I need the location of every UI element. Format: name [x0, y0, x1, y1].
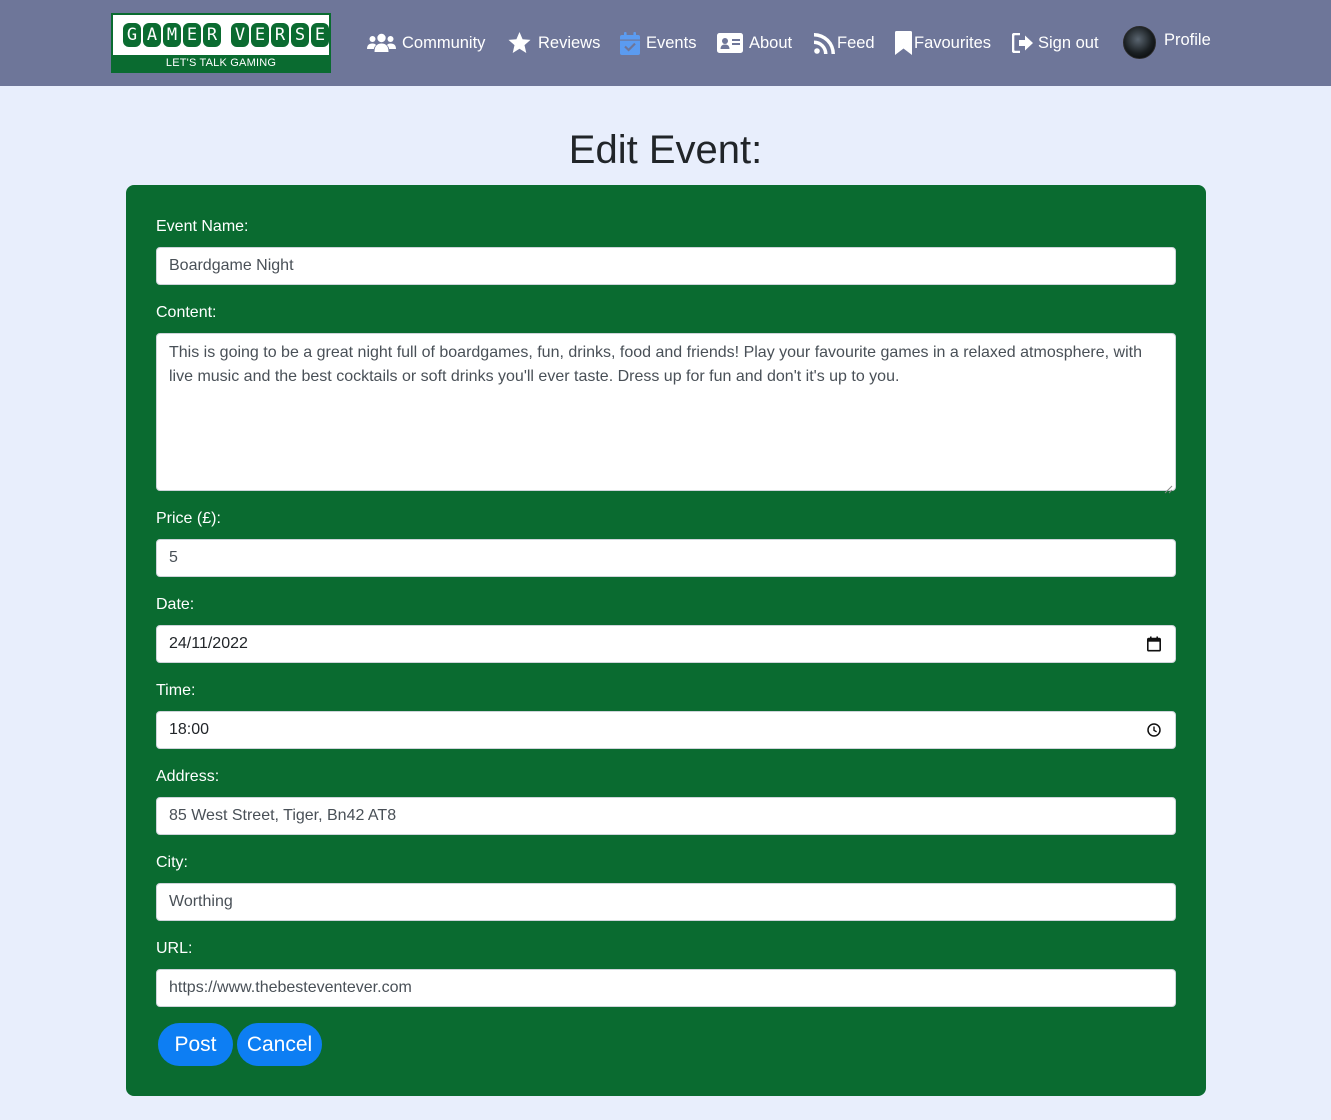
nav-signout[interactable]: Sign out: [1012, 28, 1099, 58]
time-value: 18:00: [169, 721, 210, 738]
price-input[interactable]: 5: [156, 539, 1176, 577]
date-label: Date:: [156, 596, 195, 613]
url-label: URL:: [156, 940, 193, 957]
nav-feed-label: Feed: [837, 33, 875, 52]
city-value: Worthing: [169, 893, 233, 910]
nav-profile[interactable]: Profile: [1123, 24, 1211, 60]
nav-about-label: About: [749, 33, 793, 52]
page-title: Edit Event:: [568, 128, 763, 172]
address-value: 85 West Street, Tiger, Bn42 AT8: [169, 807, 397, 824]
star-icon: [507, 31, 532, 55]
city-input[interactable]: Worthing: [156, 883, 1176, 921]
nav-community-label: Community: [402, 33, 486, 52]
clock-icon[interactable]: [1147, 723, 1161, 737]
content-textarea[interactable]: This is going to be a great night full o…: [156, 333, 1176, 494]
resize-handle-icon[interactable]: [1163, 478, 1173, 494]
event-name-input[interactable]: Boardgame Night: [156, 247, 1176, 285]
id-card-icon: [717, 33, 743, 53]
bookmark-icon: [895, 31, 912, 55]
price-value: 5: [169, 549, 178, 566]
nav-favourites[interactable]: Favourites: [895, 28, 991, 58]
navbar: G A M E R V E R S E LET'S TALK GAMING Co…: [0, 0, 1331, 86]
url-value: https://www.thebesteventever.com: [169, 979, 412, 996]
logo-tagline: LET'S TALK GAMING: [113, 55, 329, 71]
url-input[interactable]: https://www.thebesteventever.com: [156, 969, 1176, 1007]
calendar-check-icon: [620, 31, 640, 55]
users-icon: [367, 33, 396, 53]
nav-community[interactable]: Community: [367, 28, 485, 58]
event-name-label: Event Name:: [156, 218, 249, 235]
price-label: Price (£):: [156, 510, 221, 527]
address-label: Address:: [156, 768, 220, 785]
nav-events[interactable]: Events: [620, 28, 696, 58]
time-input[interactable]: 18:00: [156, 711, 1176, 749]
time-label: Time:: [156, 682, 196, 699]
content-label: Content:: [156, 304, 217, 321]
calendar-icon[interactable]: [1147, 636, 1161, 652]
nav-profile-label: Profile: [1164, 30, 1211, 49]
nav-reviews-label: Reviews: [538, 33, 601, 52]
nav-favourites-label: Favourites: [914, 33, 992, 52]
nav-about[interactable]: About: [717, 28, 792, 58]
address-input[interactable]: 85 West Street, Tiger, Bn42 AT8: [156, 797, 1176, 835]
cancel-button[interactable]: Cancel: [237, 1023, 322, 1066]
sign-out-icon: [1012, 33, 1034, 53]
avatar: [1123, 25, 1156, 59]
edit-event-form: Event Name: Boardgame Night Content: Thi…: [126, 185, 1206, 1096]
nav-events-label: Events: [646, 33, 697, 52]
nav-signout-label: Sign out: [1038, 33, 1099, 52]
nav-reviews[interactable]: Reviews: [507, 28, 600, 58]
city-label: City:: [156, 854, 188, 871]
gamerverse-logo[interactable]: G A M E R V E R S E LET'S TALK GAMING: [111, 13, 331, 73]
post-button[interactable]: Post: [158, 1023, 233, 1066]
date-value: 24/11/2022: [169, 635, 248, 652]
nav-feed[interactable]: Feed: [814, 28, 875, 58]
event-name-value: Boardgame Night: [169, 257, 294, 274]
logo-wordmark: G A M E R V E R S E: [123, 23, 329, 49]
rss-icon: [814, 32, 835, 54]
date-input[interactable]: 24/11/2022: [156, 625, 1176, 663]
content-value: This is going to be a great night full o…: [169, 344, 1142, 385]
